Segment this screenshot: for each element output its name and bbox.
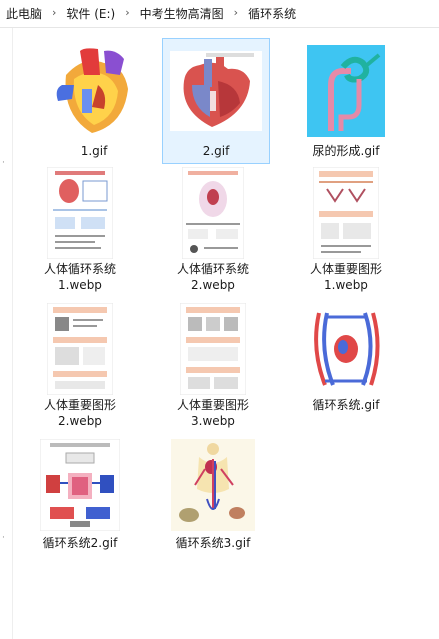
breadcrumb-label: 循环系统: [248, 7, 297, 21]
file-item[interactable]: 循环系统3.gif: [159, 432, 267, 558]
file-name: 人体重要图形 2.webp: [27, 397, 133, 429]
file-item[interactable]: 人体循环系统 1.webp: [26, 160, 134, 292]
file-name: 人体重要图形 1.webp: [293, 261, 399, 293]
breadcrumb-item-drive-e[interactable]: 软件 (E:): [62, 0, 119, 28]
file-item[interactable]: 1.gif: [40, 38, 148, 164]
image-thumbnail: [300, 167, 392, 259]
file-name-line: 人体重要图形 3.webp: [176, 398, 249, 428]
file-item[interactable]: 人体循环系统 2.webp: [159, 160, 267, 292]
file-name: 尿的形成.gif: [312, 144, 380, 158]
file-name: 人体循环系统 2.webp: [160, 261, 266, 293]
file-name-line: 人体循环系统 2.webp: [176, 262, 249, 292]
chevron-right-icon[interactable]: ›: [228, 6, 244, 19]
image-thumbnail: [167, 167, 259, 259]
tick-mark-icon: ·: [2, 158, 5, 168]
image-thumbnail: [48, 45, 140, 137]
file-item[interactable]: 循环系统2.gif: [26, 432, 134, 558]
file-name: 循环系统3.gif: [175, 536, 251, 550]
file-name: 1.gif: [80, 144, 108, 158]
file-name: 人体重要图形 3.webp: [160, 397, 266, 429]
image-thumbnail: [300, 45, 392, 137]
breadcrumb: 此电脑 › 软件 (E:) › 中考生物高清图 › 循环系统: [0, 0, 439, 28]
file-item[interactable]: 循环系统.gif: [292, 296, 400, 422]
chevron-right-icon[interactable]: ›: [46, 6, 62, 19]
tick-mark-icon: ·: [2, 533, 5, 543]
breadcrumb-label: 此电脑: [6, 7, 43, 21]
navigation-pane-edge[interactable]: · ·: [0, 28, 13, 639]
file-name: 2.gif: [202, 144, 230, 158]
breadcrumb-item-circulatory[interactable]: 循环系统: [244, 0, 300, 28]
chevron-right-icon[interactable]: ›: [119, 6, 135, 19]
file-item[interactable]: 尿的形成.gif: [292, 38, 400, 164]
file-item[interactable]: 2.gif: [162, 38, 270, 164]
image-thumbnail: [300, 303, 392, 395]
file-item[interactable]: 人体重要图形 1.webp: [292, 160, 400, 292]
image-thumbnail: [34, 167, 126, 259]
image-thumbnail: [170, 45, 262, 137]
file-name-line: 人体重要图形 1.webp: [309, 262, 382, 292]
file-name-line: 人体重要图形 2.webp: [43, 398, 116, 428]
breadcrumb-item-this-pc[interactable]: 此电脑: [0, 0, 46, 28]
breadcrumb-label: 中考生物高清图: [139, 7, 224, 21]
file-item[interactable]: 人体重要图形 2.webp: [26, 296, 134, 428]
file-item[interactable]: 人体重要图形 3.webp: [159, 296, 267, 428]
file-name-line: 人体循环系统 1.webp: [43, 262, 116, 292]
image-thumbnail: [167, 303, 259, 395]
image-thumbnail: [34, 439, 126, 531]
file-name: 人体循环系统 1.webp: [27, 261, 133, 293]
file-name: 循环系统.gif: [312, 398, 380, 412]
image-thumbnail: [167, 439, 259, 531]
file-name: 循环系统2.gif: [42, 536, 118, 550]
breadcrumb-item-biology-images[interactable]: 中考生物高清图: [136, 0, 228, 28]
image-thumbnail: [34, 303, 126, 395]
breadcrumb-label: 软件 (E:): [66, 7, 116, 21]
